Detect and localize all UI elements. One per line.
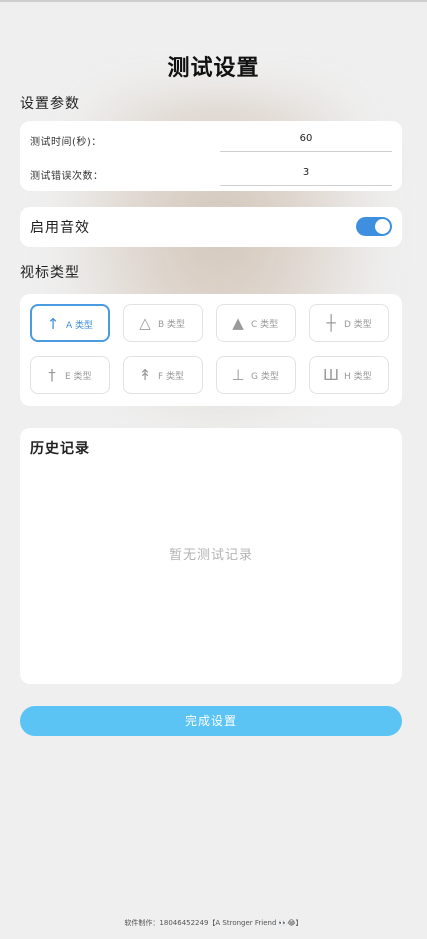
optotype-card: ↑ A 类型 △ B 类型 ▲ C 类型 ┼ D 类型 † E 类型 ↟ F 类…	[20, 294, 402, 406]
type-d-button[interactable]: ┼ D 类型	[309, 304, 389, 342]
type-e-button[interactable]: † E 类型	[30, 356, 110, 394]
history-empty-text: 暂无测试记录	[168, 548, 253, 563]
type-b-button[interactable]: △ B 类型	[123, 304, 203, 342]
error-count-label: 测试错误次数：	[30, 171, 104, 182]
error-count-input[interactable]: 3	[220, 161, 392, 186]
dagger-icon: †	[48, 366, 56, 384]
up-arrow-icon: ↑	[46, 315, 60, 333]
history-title: 历史记录	[30, 441, 90, 457]
test-time-label: 测试时间(秒)：	[30, 137, 102, 148]
type-a-button[interactable]: ↑ A 类型	[30, 304, 110, 342]
params-section-label: 设置参数	[20, 96, 80, 112]
sound-toggle[interactable]	[356, 217, 392, 236]
type-h-button[interactable]: Ш H 类型	[309, 356, 389, 394]
three-bar-icon: Ш	[322, 366, 340, 384]
status-bar-divider	[0, 0, 427, 2]
type-label: H 类型	[344, 372, 372, 382]
optotype-section-label: 视标类型	[20, 265, 80, 281]
page-title: 测试设置	[167, 56, 260, 81]
type-label: E 类型	[65, 372, 92, 382]
arrow-bar-icon: ↟	[138, 366, 152, 384]
type-f-button[interactable]: ↟ F 类型	[123, 356, 203, 394]
toggle-knob	[375, 219, 390, 234]
type-label: F 类型	[158, 372, 185, 382]
type-c-button[interactable]: ▲ C 类型	[216, 304, 296, 342]
type-label: G 类型	[251, 372, 279, 382]
triangle-outline-icon: △	[139, 314, 151, 332]
history-card: 历史记录 暂无测试记录	[20, 428, 402, 684]
sound-card: 启用音效	[20, 207, 402, 247]
test-time-input[interactable]: 60	[220, 127, 392, 152]
type-label: C 类型	[251, 320, 279, 330]
test-time-row: 测试时间(秒)： 60	[30, 127, 392, 153]
type-g-button[interactable]: ⊥ G 类型	[216, 356, 296, 394]
error-count-row: 测试错误次数： 3	[30, 161, 392, 187]
done-button[interactable]: 完成设置	[20, 706, 402, 736]
up-tack-icon: ⊥	[231, 366, 245, 384]
type-label: B 类型	[158, 320, 186, 330]
type-label: A 类型	[66, 321, 94, 331]
type-label: D 类型	[344, 320, 372, 330]
cross-icon: ┼	[326, 314, 336, 332]
sound-label: 启用音效	[30, 220, 90, 236]
triangle-filled-icon: ▲	[232, 314, 244, 332]
footer-credit: 软件制作：18046452249【A Stronger Friend 👀😂】	[124, 919, 303, 927]
params-card: 测试时间(秒)： 60 测试错误次数： 3	[20, 121, 402, 191]
